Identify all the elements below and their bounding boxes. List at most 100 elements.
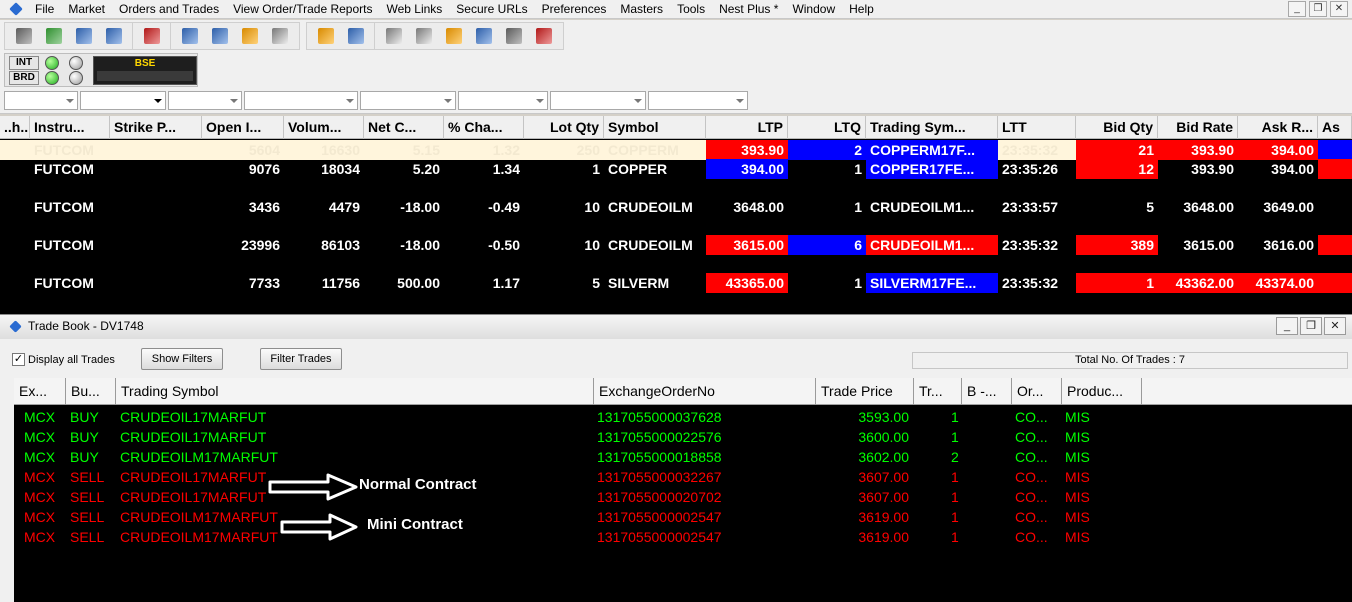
tb-header-product[interactable]: Produc... (1062, 378, 1142, 405)
mw-volume: 86103 (321, 237, 360, 253)
mw-symbol: CRUDEOILM (608, 237, 693, 253)
trade-exchange: MCX (24, 469, 56, 485)
mw-header-bid-rate[interactable]: Bid Rate (1158, 116, 1238, 139)
trade-row[interactable]: MCX SELL CRUDEOIL17MARFUT 13170550000322… (14, 467, 1352, 487)
show-filters-button[interactable]: Show Filters (141, 348, 223, 370)
expiry-combo[interactable] (360, 91, 456, 110)
mw-header-ltp[interactable]: LTP (706, 116, 788, 139)
tb-header-exchange[interactable]: Ex... (14, 378, 66, 405)
instrument-combo[interactable] (80, 91, 166, 110)
mw-header-volume[interactable]: Volum... (284, 116, 364, 139)
menu-market[interactable]: Market (61, 0, 112, 18)
chevron-down-icon (346, 99, 354, 103)
net-position-icon[interactable] (239, 25, 261, 47)
trade-row[interactable]: MCX SELL CRUDEOIL17MARFUT 13170550000207… (14, 487, 1352, 507)
display-all-trades-checkbox[interactable]: ✓ (12, 353, 25, 366)
trade-book-minimize-button[interactable]: _ (1276, 317, 1298, 335)
mw-header-bid-qty[interactable]: Bid Qty (1076, 116, 1158, 139)
tb-header-buy-sell-2[interactable]: B -... (962, 378, 1012, 405)
trade-row[interactable]: MCX BUY CRUDEOIL17MARFUT 131705500002257… (14, 427, 1352, 447)
trade-row[interactable]: MCX SELL CRUDEOILM17MARFUT 1317055000002… (14, 527, 1352, 547)
market-watch-row[interactable]: FUTCOM 7733 11756 500.00 1.17 5 SILVERM … (0, 273, 1352, 293)
tb-header-exchange-order-no[interactable]: ExchangeOrderNo (594, 378, 816, 405)
menu-tools[interactable]: Tools (670, 0, 712, 18)
order-book-icon[interactable] (179, 25, 201, 47)
mw-header-lot-qty[interactable]: Lot Qty (524, 116, 604, 139)
trade-price: 3619.00 (858, 529, 909, 545)
mw-header-trading-symbol[interactable]: Trading Sym... (866, 116, 998, 139)
menu-preferences[interactable]: Preferences (535, 0, 614, 18)
buy-order-icon[interactable] (43, 25, 65, 47)
mw-header-ltt[interactable]: LTT (998, 116, 1076, 139)
market-watch-row[interactable]: FUTCOM 5604 16630 5.15 1.32 250 COPPERM … (0, 140, 1352, 160)
trade-book-icon[interactable] (209, 25, 231, 47)
menu-orders-trades[interactable]: Orders and Trades (112, 0, 226, 18)
menu-help[interactable]: Help (842, 0, 881, 18)
mw-header-instrument[interactable]: Instru... (30, 116, 110, 139)
blank-icon[interactable] (413, 25, 435, 47)
calculator-icon[interactable] (503, 25, 525, 47)
strike-combo[interactable] (550, 91, 646, 110)
mw-ltp: 43365.00 (706, 273, 788, 293)
trade-row[interactable]: MCX BUY CRUDEOILM17MARFUT 13170550000188… (14, 447, 1352, 467)
menu-file[interactable]: File (28, 0, 61, 18)
tb-header-order-type[interactable]: Or... (1012, 378, 1062, 405)
report-icon[interactable] (345, 25, 367, 47)
normal-contract-arrow-icon (268, 473, 358, 501)
mw-header-symbol[interactable]: Symbol (604, 116, 706, 139)
menu-secure-urls[interactable]: Secure URLs (449, 0, 534, 18)
tb-header-buy-sell[interactable]: Bu... (66, 378, 116, 405)
app-minimize-button[interactable]: _ (1288, 1, 1306, 17)
market-watch-row[interactable]: FUTCOM 9076 18034 5.20 1.34 1 COPPER 394… (0, 159, 1352, 179)
mw-header-ask-rate[interactable]: Ask R... (1238, 116, 1318, 139)
mw-oi: 3436 (248, 199, 280, 215)
mw-ask-qty (1318, 140, 1352, 160)
mw-header-open-interest[interactable]: Open I... (202, 116, 284, 139)
mw-header-exchange[interactable]: ..h.. (0, 116, 30, 139)
menu-web-links[interactable]: Web Links (379, 0, 449, 18)
search-icon[interactable] (269, 25, 291, 47)
trade-row[interactable]: MCX SELL CRUDEOILM17MARFUT 1317055000002… (14, 507, 1352, 527)
mw-header-pct-change[interactable]: % Cha... (444, 116, 524, 139)
menu-masters[interactable]: Masters (613, 0, 670, 18)
watchlist-combo[interactable] (648, 91, 748, 110)
trade-book-controls: ✓ Display all Trades Show Filters Filter… (0, 341, 1352, 375)
menu-view-reports[interactable]: View Order/Trade Reports (226, 0, 379, 18)
trade-book-maximize-button[interactable]: ❐ (1300, 317, 1322, 335)
tb-header-trade-price[interactable]: Trade Price (816, 378, 914, 405)
chevron-down-icon (736, 99, 744, 103)
market-watch-row[interactable]: FUTCOM 23996 86103 -18.00 -0.50 10 CRUDE… (0, 235, 1352, 255)
notes-icon[interactable] (315, 25, 337, 47)
mw-pct-change: -0.49 (488, 199, 520, 215)
tools-icon[interactable] (533, 25, 555, 47)
sell-order-icon[interactable] (141, 25, 163, 47)
market-watch-icon[interactable] (73, 25, 95, 47)
monitor-icon[interactable] (103, 25, 125, 47)
trade-row[interactable]: MCX BUY CRUDEOIL17MARFUT 131705500003762… (14, 407, 1352, 427)
trade-book-titlebar[interactable]: Trade Book - DV1748 _ ❐ ✕ (0, 315, 1352, 339)
document-icon[interactable] (383, 25, 405, 47)
mw-header-ltq[interactable]: LTQ (788, 116, 866, 139)
trade-qty: 1 (951, 509, 959, 525)
mw-header-ask-qty[interactable]: As (1318, 116, 1352, 139)
menu-nest-plus[interactable]: Nest Plus * (712, 0, 785, 18)
filter-trades-button[interactable]: Filter Trades (260, 348, 342, 370)
exchange-combo[interactable] (4, 91, 78, 110)
trade-book-close-button[interactable]: ✕ (1324, 317, 1346, 335)
symbol-combo[interactable] (168, 91, 242, 110)
connection-status: INT BRD BSE (4, 53, 198, 87)
app-close-button[interactable]: ✕ (1330, 1, 1348, 17)
series-combo[interactable] (244, 91, 358, 110)
connect-icon[interactable] (13, 25, 35, 47)
refresh-icon[interactable] (473, 25, 495, 47)
app-restore-button[interactable]: ❐ (1309, 1, 1327, 17)
mw-header-net-change[interactable]: Net C... (364, 116, 444, 139)
tb-header-trading-symbol[interactable]: Trading Symbol (116, 378, 594, 405)
coins-icon[interactable] (443, 25, 465, 47)
mw-header-strike[interactable]: Strike P... (110, 116, 202, 139)
market-watch-row[interactable]: FUTCOM 3436 4479 -18.00 -0.49 10 CRUDEOI… (0, 197, 1352, 217)
option-type-combo[interactable] (458, 91, 548, 110)
mw-ltp: 393.90 (706, 140, 788, 160)
menu-window[interactable]: Window (785, 0, 842, 18)
tb-header-trade-qty[interactable]: Tr... (914, 378, 962, 405)
